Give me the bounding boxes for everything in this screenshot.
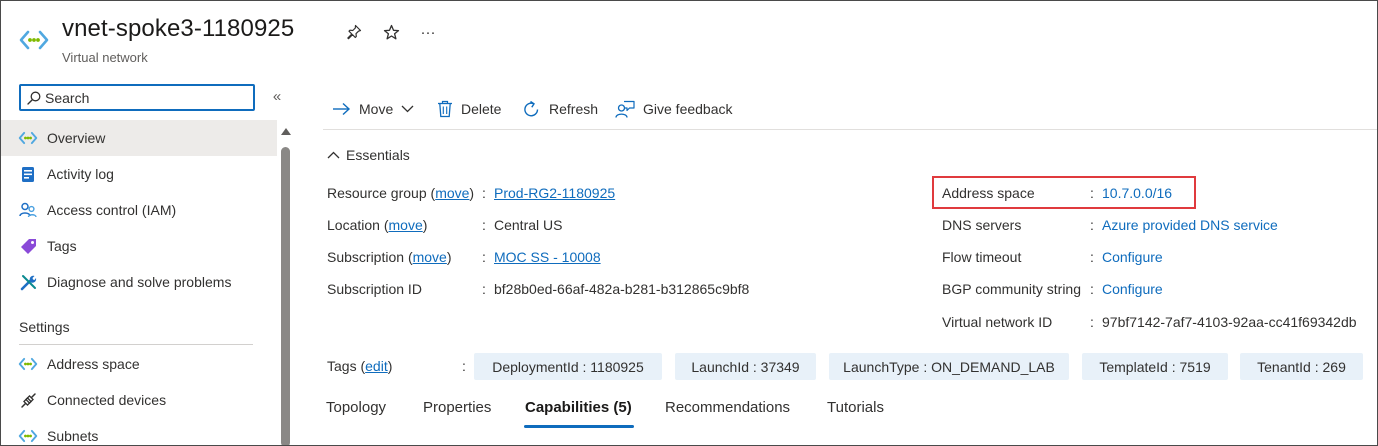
colon: : — [1090, 249, 1094, 265]
colon: : — [482, 217, 486, 233]
sidebar-item-label: Subnets — [47, 428, 99, 444]
scroll-up-arrow[interactable] — [281, 128, 291, 135]
vnet-icon — [18, 426, 38, 445]
wrench-icon — [18, 272, 38, 292]
dns-servers-label: DNS servers — [942, 217, 1022, 233]
address-space-label: Address space — [942, 185, 1035, 201]
chevron-up-icon — [327, 151, 340, 159]
sidebar-item-diagnose[interactable]: Diagnose and solve problems — [1, 264, 277, 300]
subscription-id-label: Subscription ID — [327, 281, 422, 297]
search-box[interactable] — [19, 84, 255, 111]
tab-tutorials[interactable]: Tutorials — [827, 399, 884, 416]
tab-capabilities[interactable]: Capabilities (5) — [525, 399, 632, 416]
colon: : — [482, 249, 486, 265]
sidebar-item-tags[interactable]: Tags — [1, 228, 277, 264]
move-subscription-link[interactable]: move — [413, 249, 447, 265]
sidebar-item-connected-devices[interactable]: Connected devices — [1, 382, 277, 418]
bgp-community-link[interactable]: Configure — [1102, 281, 1163, 301]
tag-chip[interactable]: TenantId : 269 — [1240, 353, 1363, 380]
sidebar-item-activity-log[interactable]: Activity log — [1, 156, 277, 192]
feedback-icon — [615, 100, 635, 118]
sidebar-item-label: Access control (IAM) — [47, 202, 177, 218]
give-feedback-button[interactable]: Give feedback — [615, 97, 733, 121]
edit-tags-link[interactable]: edit — [365, 358, 388, 374]
sidebar-item-subnets[interactable]: Subnets — [1, 418, 277, 445]
trash-icon — [438, 100, 452, 118]
sidebar-item-overview[interactable]: Overview — [1, 120, 277, 156]
flow-timeout-label: Flow timeout — [942, 249, 1022, 265]
sidebar-scrollbar[interactable] — [281, 147, 290, 445]
tag-icon — [18, 236, 38, 256]
activity-log-icon — [18, 164, 38, 184]
move-location-link[interactable]: move — [389, 217, 423, 233]
move-button[interactable]: Move — [332, 97, 414, 121]
sidebar-item-label: Address space — [47, 356, 140, 372]
move-resource-group-link[interactable]: move — [435, 185, 469, 201]
tag-chip[interactable]: LaunchId : 37349 — [675, 353, 816, 380]
colon: : — [1090, 281, 1094, 297]
address-space-link[interactable]: 10.7.0.0/16 — [1102, 185, 1172, 205]
bgp-community-label: BGP community string — [942, 281, 1082, 297]
colon: : — [1090, 314, 1094, 330]
refresh-button[interactable]: Refresh — [522, 97, 598, 121]
sidebar-item-access-control[interactable]: Access control (IAM) — [1, 192, 277, 228]
star-icon[interactable] — [380, 21, 402, 43]
subscription-row: Subscription (move) — [327, 249, 452, 265]
colon: : — [482, 281, 486, 297]
arrow-right-icon — [333, 102, 351, 116]
portal-frame: vnet-spoke3-1180925 Virtual network ··· … — [0, 0, 1378, 446]
more-icon[interactable]: ··· — [417, 21, 439, 43]
sidebar-item-label: Tags — [47, 238, 77, 254]
refresh-icon — [524, 100, 539, 116]
toolbar-divider — [323, 129, 1377, 130]
subscription-link[interactable]: MOC SS - 10008 — [494, 249, 601, 269]
search-input[interactable] — [45, 88, 245, 107]
subscription-id-value: bf28b0ed-66af-482a-b281-b312865c9bf8 — [494, 281, 750, 297]
vnet-icon — [18, 128, 38, 148]
tag-chip[interactable]: DeploymentId : 1180925 — [474, 353, 662, 380]
sidebar-item-label: Connected devices — [47, 392, 167, 408]
tag-chip[interactable]: TemplateId : 7519 — [1082, 353, 1228, 380]
colon: : — [1090, 217, 1094, 233]
page-subtitle: Virtual network — [62, 50, 148, 65]
chevron-down-icon — [401, 105, 414, 113]
vnet-icon — [19, 30, 49, 50]
location-row: Location (move) — [327, 217, 428, 233]
sidebar-item-label: Diagnose and solve problems — [47, 274, 232, 290]
sidebar-item-label: Activity log — [47, 166, 114, 182]
resource-group-link[interactable]: Prod-RG2-1180925 — [494, 185, 615, 205]
colon: : — [1090, 185, 1094, 201]
resource-group-row: Resource group (move) — [327, 185, 475, 201]
page-title: vnet-spoke3-1180925 — [62, 15, 295, 42]
collapse-sidebar-icon[interactable]: « — [269, 88, 285, 106]
pin-icon[interactable] — [343, 21, 365, 43]
tab-properties[interactable]: Properties — [423, 399, 491, 416]
vnet-icon — [18, 354, 38, 374]
people-icon — [18, 200, 38, 220]
colon: : — [462, 358, 466, 374]
section-divider — [19, 344, 253, 345]
tags-label-row: Tags (edit) — [327, 358, 393, 374]
vnet-id-value: 97bf7142-7af7-4103-92aa-cc41f69342db — [1102, 314, 1357, 330]
tab-topology[interactable]: Topology — [326, 399, 386, 416]
sidebar-item-address-space[interactable]: Address space — [1, 346, 277, 382]
colon: : — [482, 185, 486, 201]
vnet-id-label: Virtual network ID — [942, 314, 1053, 330]
plug-icon — [18, 390, 38, 410]
tab-recommendations[interactable]: Recommendations — [665, 399, 790, 416]
flow-timeout-link[interactable]: Configure — [1102, 249, 1163, 269]
dns-servers-link[interactable]: Azure provided DNS service — [1102, 217, 1278, 237]
settings-section-header: Settings — [19, 319, 70, 335]
tag-chip[interactable]: LaunchType : ON_DEMAND_LAB — [829, 353, 1069, 380]
search-icon — [27, 91, 41, 105]
sidebar-item-label: Overview — [47, 130, 106, 146]
location-value: Central US — [494, 217, 563, 233]
delete-button[interactable]: Delete — [437, 97, 501, 121]
essentials-toggle[interactable]: Essentials — [327, 147, 410, 163]
active-tab-indicator — [524, 425, 634, 428]
